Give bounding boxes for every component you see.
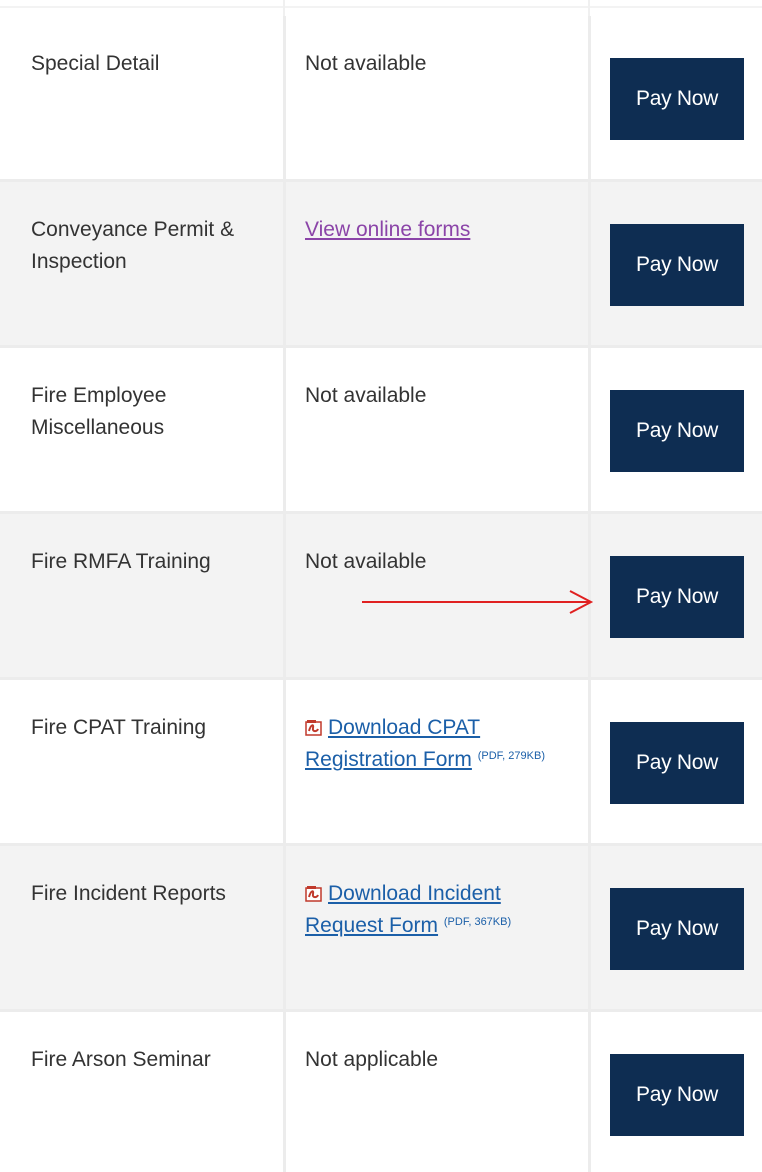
column-divider	[283, 1012, 286, 1172]
file-meta: (PDF, 367KB)	[443, 916, 512, 928]
view-online-forms-link[interactable]: View online forms	[305, 218, 470, 241]
payments-table: Special Detail Not available Pay Now Con…	[0, 0, 762, 1172]
column-divider	[588, 16, 591, 179]
pay-now-button[interactable]: Pay Now	[610, 224, 744, 306]
pay-now-button[interactable]: Pay Now	[610, 722, 744, 804]
form-status: Not available	[305, 52, 427, 75]
divider	[588, 0, 590, 16]
form-cell: Download Incident Request Form (PDF, 367…	[305, 878, 575, 942]
column-divider	[588, 1012, 591, 1172]
download-cpat-form-link[interactable]: Download CPAT Registration Form	[305, 716, 480, 771]
service-name: Fire Arson Seminar	[31, 1048, 211, 1071]
red-arrow-icon	[362, 590, 594, 614]
table-row: Special Detail Not available Pay Now	[0, 16, 762, 182]
pay-now-button[interactable]: Pay Now	[610, 888, 744, 970]
service-name: Fire CPAT Training	[31, 716, 207, 739]
pay-now-button[interactable]: Pay Now	[610, 556, 744, 638]
table-row: Fire CPAT Training Download CPAT Registr…	[0, 680, 762, 846]
service-name: Fire Employee Miscellaneous	[31, 384, 167, 439]
pay-now-button[interactable]: Pay Now	[610, 390, 744, 472]
table-row: Fire Employee Miscellaneous Not availabl…	[0, 348, 762, 514]
download-incident-form-link[interactable]: Download Incident Request Form	[305, 882, 501, 937]
pdf-icon	[305, 720, 322, 736]
column-divider	[283, 680, 286, 843]
service-name: Special Detail	[31, 52, 160, 75]
service-name: Conveyance Permit & Inspection	[31, 218, 235, 273]
column-divider	[283, 348, 286, 511]
file-meta: (PDF, 279KB)	[477, 750, 545, 762]
pay-now-button[interactable]: Pay Now	[610, 1054, 744, 1136]
table-top-edge	[0, 0, 762, 16]
column-divider	[283, 16, 286, 179]
form-status: Not applicable	[305, 1048, 439, 1071]
form-cell: Download CPAT Registration Form (PDF, 27…	[305, 712, 575, 776]
column-divider	[588, 182, 591, 345]
table-row: Fire Incident Reports Download Incident …	[0, 846, 762, 1012]
service-name: Fire RMFA Training	[31, 550, 211, 573]
divider	[283, 0, 285, 16]
form-status: Not available	[305, 550, 427, 573]
service-name: Fire Incident Reports	[31, 882, 226, 905]
column-divider	[283, 514, 286, 677]
column-divider	[283, 846, 286, 1009]
pay-now-button[interactable]: Pay Now	[610, 58, 744, 140]
table-row: Fire Arson Seminar Not applicable Pay No…	[0, 1012, 762, 1172]
column-divider	[588, 348, 591, 511]
column-divider	[283, 182, 286, 345]
table-row: Conveyance Permit & Inspection View onli…	[0, 182, 762, 348]
pdf-icon	[305, 886, 322, 902]
form-cell: View online forms	[305, 214, 575, 246]
form-status: Not available	[305, 384, 427, 407]
divider	[0, 6, 762, 8]
column-divider	[588, 680, 591, 843]
column-divider	[588, 846, 591, 1009]
